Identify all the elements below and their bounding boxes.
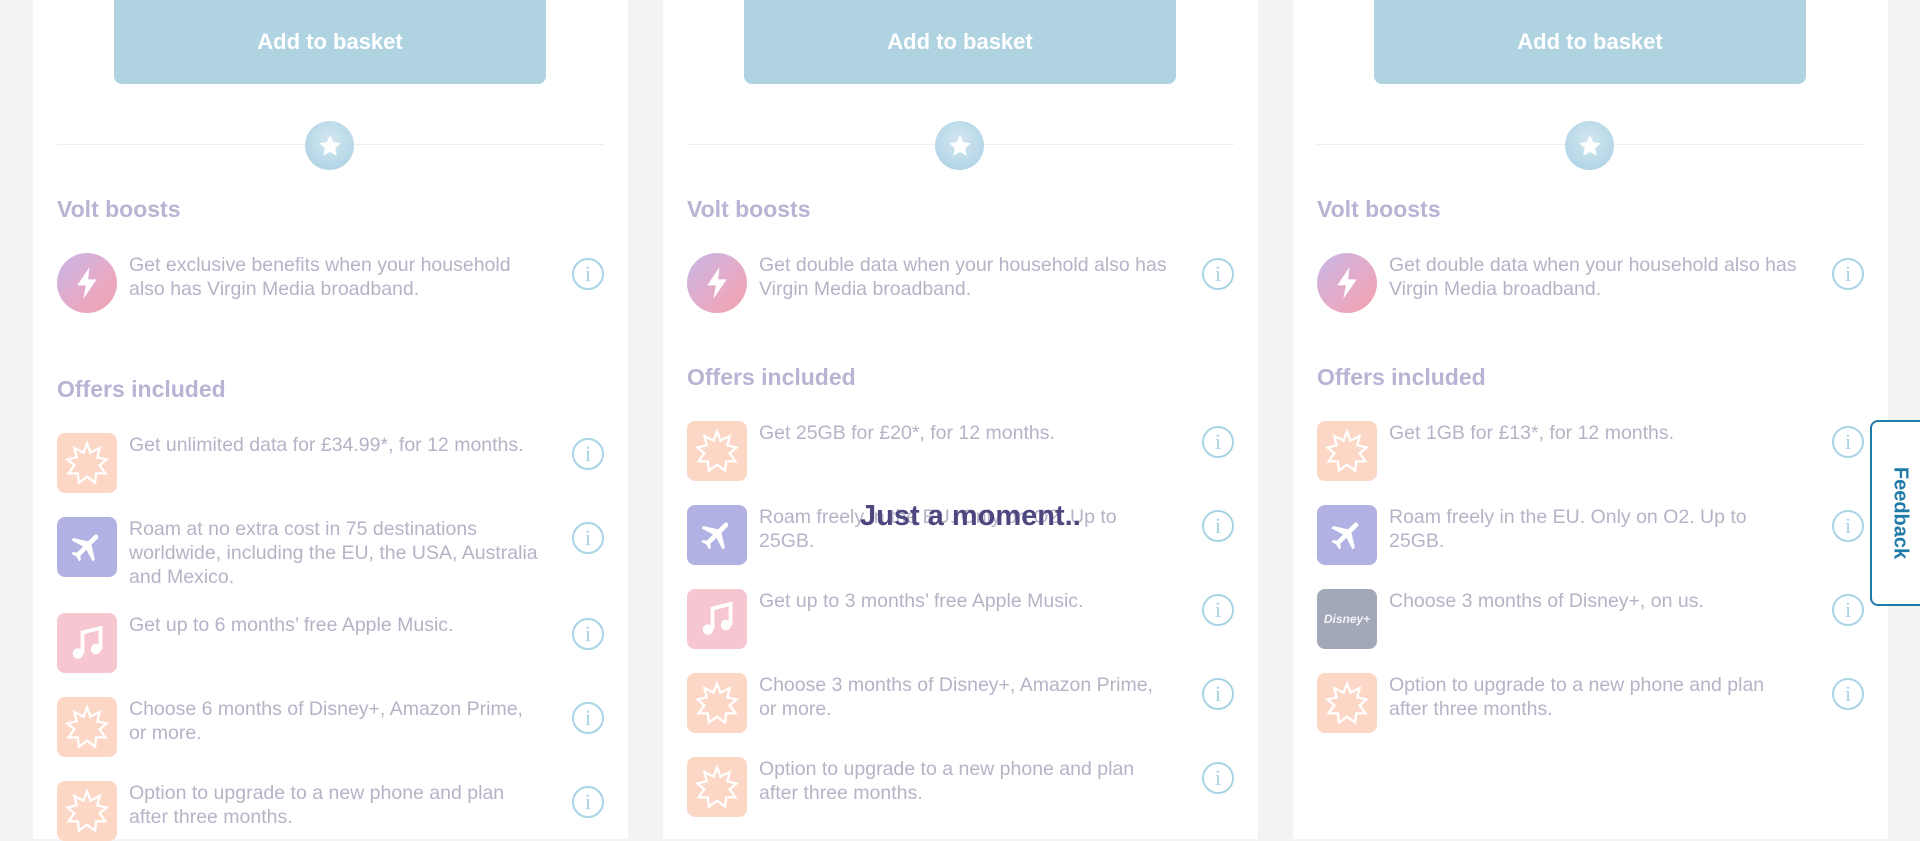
offers-included-title: Offers included (687, 364, 856, 390)
info-icon[interactable]: i (572, 258, 604, 290)
volt-boosts-title: Volt boosts (687, 196, 811, 222)
offers-included-title: Offers included (1317, 364, 1486, 390)
loading-message: Just a moment.. (860, 500, 1081, 532)
offer-row: Get up to 6 months’ free Apple Music. i (57, 613, 604, 673)
offer-row: Choose 6 months of Disney+, Amazon Prime… (57, 697, 604, 757)
offer-text: Get 1GB for £13*, for 12 months. (1389, 422, 1675, 444)
burst-icon (687, 421, 747, 481)
star-icon (305, 121, 354, 170)
plan-card-1: Add to basket Volt boosts Get exclusive … (33, 0, 628, 841)
music-note-icon (57, 613, 117, 673)
offer-text: Option to upgrade to a new phone and pla… (759, 758, 1135, 804)
info-icon[interactable]: i (1832, 594, 1864, 626)
offer-text: Choose 6 months of Disney+, Amazon Prime… (129, 698, 523, 744)
feedback-tab[interactable]: Feedback (1870, 420, 1920, 606)
offer-row: Get up to 3 months’ free Apple Music. i (687, 589, 1234, 649)
info-icon[interactable]: i (1202, 594, 1234, 626)
burst-icon (1317, 421, 1377, 481)
volt-boost-row: Get exclusive benefits when your househo… (57, 253, 604, 313)
burst-icon (687, 757, 747, 817)
info-icon[interactable]: i (572, 702, 604, 734)
info-icon[interactable]: i (1202, 678, 1234, 710)
music-note-icon (687, 589, 747, 649)
info-icon[interactable]: i (1832, 426, 1864, 458)
info-icon[interactable]: i (1202, 510, 1234, 542)
info-icon[interactable]: i (572, 786, 604, 818)
info-icon[interactable]: i (1202, 762, 1234, 794)
add-to-basket-button[interactable]: Add to basket (114, 0, 546, 84)
offer-row: Get unlimited data for £34.99*, for 12 m… (57, 433, 604, 493)
burst-icon (57, 697, 117, 757)
volt-boost-text: Get double data when your household also… (759, 254, 1167, 300)
offer-text: Get unlimited data for £34.99*, for 12 m… (129, 434, 524, 456)
volt-boosts-title: Volt boosts (1317, 196, 1441, 222)
info-icon[interactable]: i (1202, 258, 1234, 290)
volt-boost-row: Get double data when your household also… (687, 253, 1234, 313)
add-to-basket-button[interactable]: Add to basket (744, 0, 1176, 84)
plan-card-3: Add to basket Volt boosts Get double dat… (1293, 0, 1888, 839)
offer-text: Option to upgrade to a new phone and pla… (1389, 674, 1765, 720)
offer-row: Roam freely in the EU. Only on O2. Up to… (1317, 505, 1864, 565)
plan-card-2: Add to basket Volt boosts Get double dat… (663, 0, 1258, 839)
add-to-basket-button[interactable]: Add to basket (1374, 0, 1806, 84)
burst-icon (687, 673, 747, 733)
info-icon[interactable]: i (1832, 678, 1864, 710)
offer-text: Get up to 6 months’ free Apple Music. (129, 614, 454, 636)
info-icon[interactable]: i (572, 522, 604, 554)
burst-icon (1317, 673, 1377, 733)
volt-boost-text: Get exclusive benefits when your househo… (129, 254, 511, 300)
offer-text: Get up to 3 months’ free Apple Music. (759, 590, 1084, 612)
offer-row: Get 25GB for £20*, for 12 months. i (687, 421, 1234, 481)
lightning-icon (57, 253, 117, 313)
airplane-icon (1317, 505, 1377, 565)
burst-icon (57, 781, 117, 841)
offer-row: Option to upgrade to a new phone and pla… (1317, 673, 1864, 733)
volt-boost-text: Get double data when your household also… (1389, 254, 1797, 300)
info-icon[interactable]: i (1832, 510, 1864, 542)
star-icon (1565, 121, 1614, 170)
star-icon (935, 121, 984, 170)
disney-plus-icon: Disney+ (1317, 589, 1377, 649)
offers-included-title: Offers included (57, 376, 226, 402)
offer-row: Disney+ Choose 3 months of Disney+, on u… (1317, 589, 1864, 649)
offer-text: Get 25GB for £20*, for 12 months. (759, 422, 1055, 444)
offer-row: Choose 3 months of Disney+, Amazon Prime… (687, 673, 1234, 733)
info-icon[interactable]: i (572, 618, 604, 650)
info-icon[interactable]: i (572, 438, 604, 470)
volt-boosts-title: Volt boosts (57, 196, 181, 222)
airplane-icon (57, 517, 117, 577)
offer-text: Choose 3 months of Disney+, Amazon Prime… (759, 674, 1153, 720)
volt-boost-row: Get double data when your household also… (1317, 253, 1864, 313)
info-icon[interactable]: i (1202, 426, 1234, 458)
offer-row: Roam at no extra cost in 75 destinations… (57, 517, 604, 588)
offer-row: Get 1GB for £13*, for 12 months. i (1317, 421, 1864, 481)
lightning-icon (687, 253, 747, 313)
airplane-icon (687, 505, 747, 565)
feedback-label: Feedback (1889, 466, 1912, 560)
offer-row: Option to upgrade to a new phone and pla… (57, 781, 604, 841)
offer-text: Roam freely in the EU. Only on O2. Up to… (1389, 506, 1747, 552)
offer-text: Choose 3 months of Disney+, on us. (1389, 590, 1704, 612)
burst-icon (57, 433, 117, 493)
lightning-icon (1317, 253, 1377, 313)
offer-text: Option to upgrade to a new phone and pla… (129, 782, 505, 828)
info-icon[interactable]: i (1832, 258, 1864, 290)
offer-row: Option to upgrade to a new phone and pla… (687, 757, 1234, 817)
offer-text: Roam at no extra cost in 75 destinations… (129, 518, 538, 588)
